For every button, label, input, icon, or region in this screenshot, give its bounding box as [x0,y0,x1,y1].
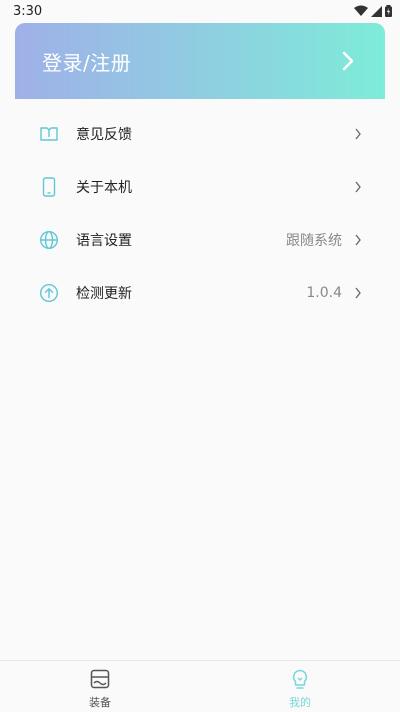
status-time: 3:30 [13,3,43,19]
tab-equipment[interactable]: 装备 [0,661,200,712]
chevron-right-icon [355,287,361,298]
settings-menu: 意见反馈 关于本机 语言设置 跟随系统 检测更新 1.0.4 [0,107,400,319]
tab-label: 装备 [89,696,111,709]
menu-item-language[interactable]: 语言设置 跟随系统 [0,213,400,266]
bottom-tab-bar: 装备 我的 [0,660,400,712]
tab-label: 我的 [289,696,311,709]
phone-icon [38,176,60,198]
menu-item-label: 意见反馈 [76,126,132,143]
upload-arrow-icon [38,282,60,304]
login-register-banner[interactable]: 登录/注册 [15,23,385,99]
menu-item-check-update[interactable]: 检测更新 1.0.4 [0,266,400,319]
status-icons [354,5,392,17]
chevron-right-icon [342,51,354,71]
menu-item-label: 检测更新 [76,285,132,302]
chevron-right-icon [355,234,361,245]
globe-icon [38,229,60,251]
feedback-icon [38,123,60,145]
chevron-right-icon [355,128,361,139]
chevron-right-icon [355,181,361,192]
menu-item-feedback[interactable]: 意见反馈 [0,107,400,160]
signal-icon [371,5,382,17]
menu-item-about-device[interactable]: 关于本机 [0,160,400,213]
wifi-icon [354,5,368,16]
device-icon [90,669,110,689]
login-register-label: 登录/注册 [42,50,132,75]
menu-item-value: 跟随系统 [286,232,342,249]
menu-item-value: 1.0.4 [306,284,342,301]
menu-item-label: 关于本机 [76,179,132,196]
tab-mine[interactable]: 我的 [200,661,400,712]
menu-item-label: 语言设置 [76,232,132,249]
battery-icon [385,5,392,17]
status-bar: 3:30 [0,0,400,22]
lightbulb-icon [292,669,308,689]
